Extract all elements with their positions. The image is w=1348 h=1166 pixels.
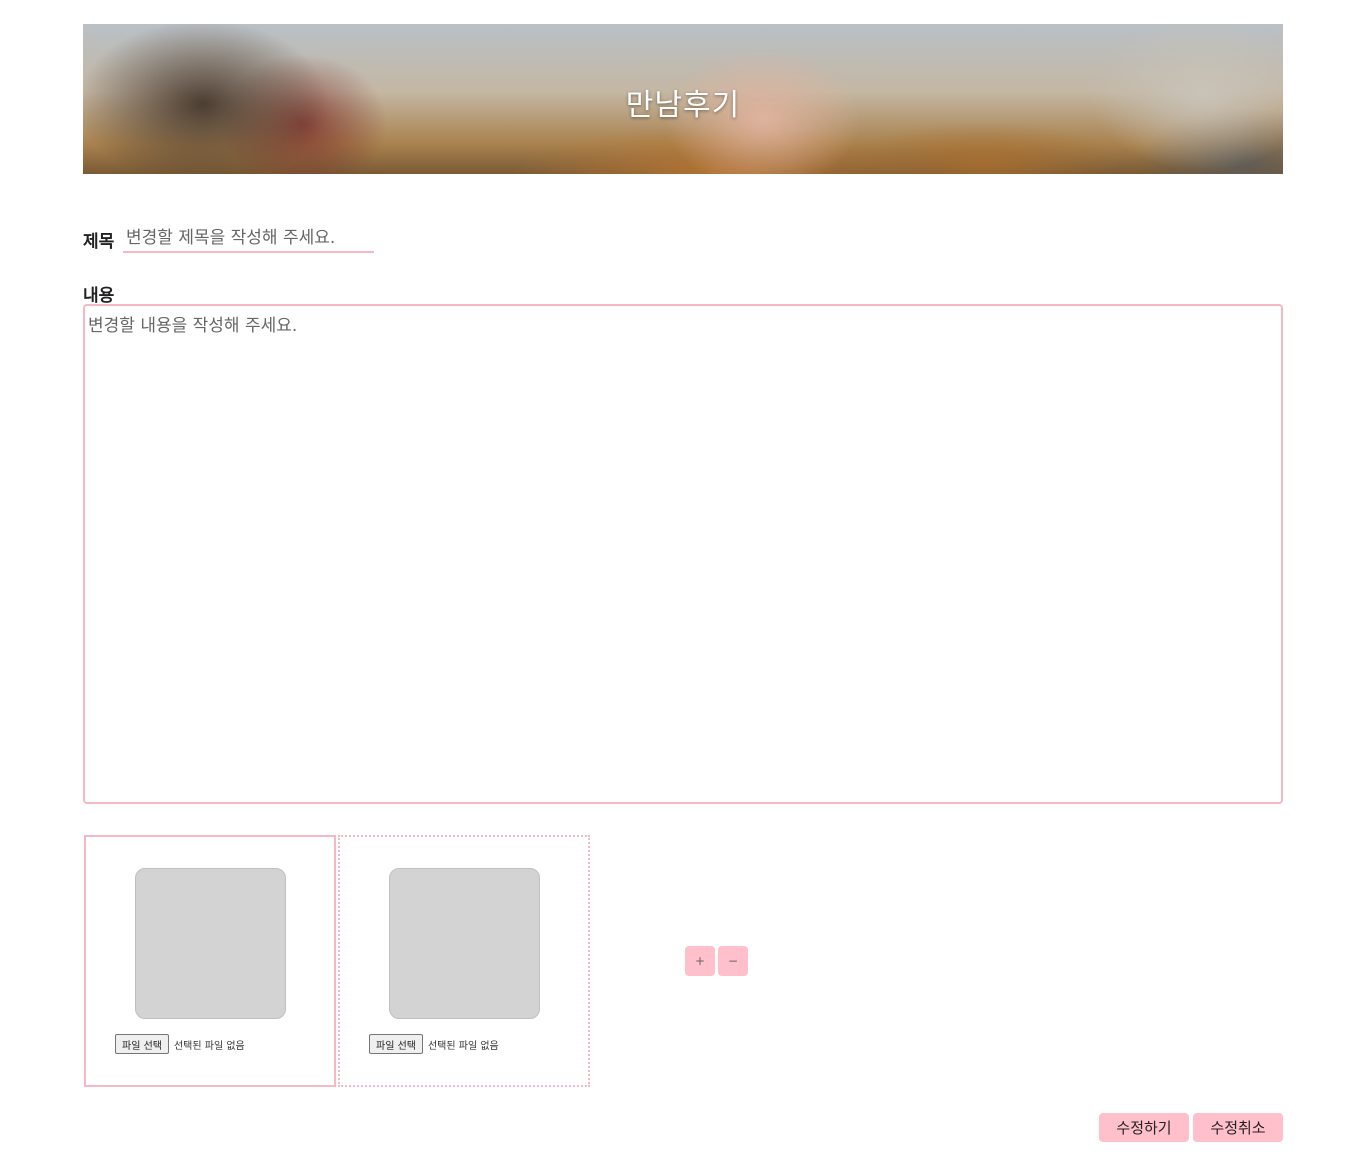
- banner: 만남후기: [83, 24, 1283, 174]
- image-upload-box-1: 파일 선택 선택된 파일 없음: [84, 835, 336, 1087]
- file-status: 선택된 파일 없음: [427, 1040, 499, 1052]
- submit-edit-button[interactable]: 수정하기: [1099, 1113, 1189, 1142]
- content-label: 내용: [83, 286, 115, 306]
- image-preview: [389, 868, 540, 1019]
- file-select-button[interactable]: 파일 선택: [369, 1034, 423, 1054]
- image-upload-box-2: 파일 선택 선택된 파일 없음: [338, 835, 590, 1087]
- content-textarea[interactable]: [83, 304, 1283, 804]
- file-select-button[interactable]: 파일 선택: [115, 1034, 169, 1054]
- title-input[interactable]: [123, 224, 374, 253]
- file-status: 선택된 파일 없음: [173, 1040, 245, 1052]
- file-input[interactable]: 파일 선택 선택된 파일 없음: [369, 1034, 499, 1054]
- add-image-button[interactable]: +: [685, 946, 715, 976]
- image-preview: [135, 868, 286, 1019]
- title-label: 제목: [83, 232, 115, 252]
- file-input[interactable]: 파일 선택 선택된 파일 없음: [115, 1034, 245, 1054]
- remove-image-button[interactable]: −: [718, 946, 748, 976]
- page-title: 만남후기: [625, 88, 741, 123]
- cancel-edit-button[interactable]: 수정취소: [1193, 1113, 1283, 1142]
